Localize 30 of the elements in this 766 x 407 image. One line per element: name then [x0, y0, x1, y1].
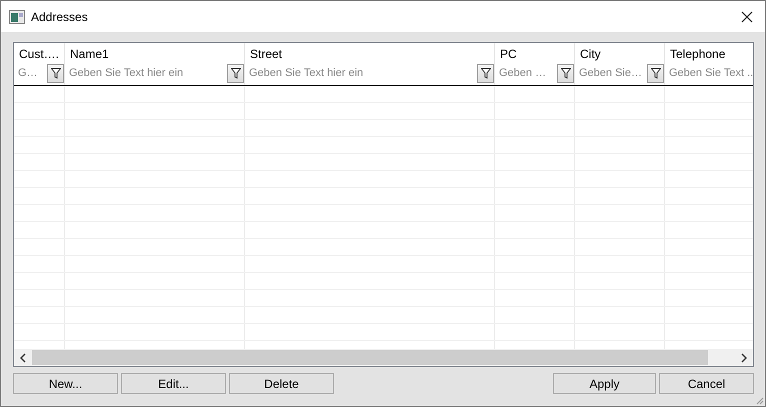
- column-header[interactable]: Cust….: [14, 43, 60, 63]
- scroll-right-icon[interactable]: [740, 352, 748, 362]
- column-header[interactable]: PC: [495, 43, 517, 63]
- column-header[interactable]: Street: [245, 43, 282, 63]
- dialog-button[interactable]: Delete: [229, 373, 334, 394]
- filter-icon[interactable]: [557, 64, 574, 82]
- scroll-left-icon[interactable]: [19, 352, 27, 362]
- filter-icon[interactable]: [477, 64, 494, 82]
- horizontal-scrollbar[interactable]: [14, 349, 753, 366]
- filter-field[interactable]: Geben Sie Text ..: [665, 64, 753, 82]
- column-header[interactable]: Telephone: [665, 43, 726, 63]
- scroll-thumb[interactable]: [32, 350, 708, 365]
- filter-field[interactable]: Geben …: [495, 64, 557, 82]
- filter-field[interactable]: Geben Sie Text hier ein: [245, 64, 477, 82]
- filter-icon[interactable]: [647, 64, 664, 82]
- filter-field[interactable]: G…: [14, 64, 47, 82]
- resize-grip-icon[interactable]: [754, 395, 764, 405]
- close-icon[interactable]: [741, 10, 753, 22]
- filter-field[interactable]: Geben Sie Text hier ein: [65, 64, 227, 82]
- column-header[interactable]: Name1: [65, 43, 109, 63]
- filter-icon[interactable]: [227, 64, 244, 82]
- window-icon: [9, 10, 25, 24]
- window-title: Addresses: [31, 10, 89, 24]
- dialog-button[interactable]: Edit...: [121, 373, 226, 394]
- dialog-button[interactable]: Cancel: [659, 373, 754, 394]
- dialog-button[interactable]: Apply: [553, 373, 656, 394]
- column-header[interactable]: City: [575, 43, 601, 63]
- filter-icon[interactable]: [47, 64, 64, 82]
- filter-field[interactable]: Geben Sie…: [575, 64, 647, 82]
- dialog-button[interactable]: New...: [13, 373, 118, 394]
